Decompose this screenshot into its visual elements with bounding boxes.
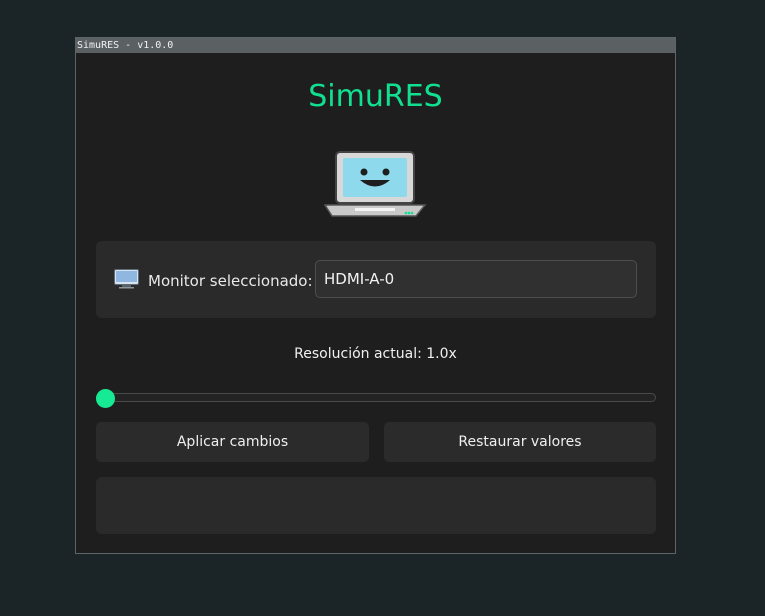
window-titlebar[interactable]: SimuRES - v1.0.0 <box>76 38 675 53</box>
slider-thumb[interactable] <box>96 389 115 408</box>
slider-track[interactable] <box>96 393 656 402</box>
resolution-label: Resolución actual: 1.0x <box>294 346 457 362</box>
resolution-slider[interactable] <box>96 389 656 408</box>
apply-button[interactable]: Aplicar cambios <box>96 422 369 462</box>
status-box <box>96 477 656 534</box>
app-title: SimuRES <box>308 79 443 114</box>
restore-button[interactable]: Restaurar valores <box>384 422 656 462</box>
monitor-label: Monitor seleccionado: <box>148 272 313 290</box>
monitor-icon <box>114 269 139 289</box>
laptop-smiling-icon <box>324 151 427 217</box>
monitor-selector-input[interactable] <box>315 260 637 298</box>
app-window: SimuRES - v1.0.0 SimuRES Monitor selecci… <box>75 37 676 554</box>
monitor-card: Monitor seleccionado: <box>96 241 656 318</box>
